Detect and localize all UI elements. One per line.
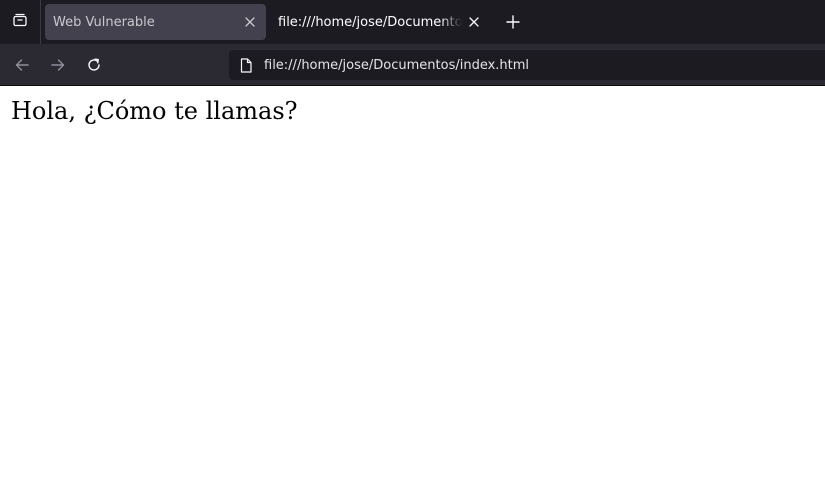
back-button[interactable] — [8, 51, 36, 79]
new-tab-button[interactable] — [500, 9, 526, 35]
close-icon — [469, 17, 479, 27]
tab-title: Web Vulnerable — [53, 14, 155, 30]
tab-web-vulnerable[interactable]: Web Vulnerable — [45, 4, 266, 40]
forward-arrow-icon — [51, 59, 65, 71]
plus-icon — [506, 15, 520, 29]
url-text[interactable]: file:///home/jose/Documentos/index.html — [264, 58, 529, 73]
page-content: Hola, ¿Cómo te llamas? — [0, 86, 825, 488]
tab-strip: Web Vulnerable file:///home/jose/Documen… — [0, 0, 825, 44]
forward-button[interactable] — [44, 51, 72, 79]
tab-title: file:///home/jose/Documentos/index.html — [278, 14, 462, 30]
browser-window: Web Vulnerable file:///home/jose/Documen… — [0, 0, 825, 488]
reload-button[interactable] — [80, 51, 108, 79]
tab-close-button[interactable] — [462, 10, 486, 34]
page-heading: Hola, ¿Cómo te llamas? — [11, 97, 298, 125]
tab-list-button[interactable] — [0, 0, 40, 44]
close-icon — [245, 17, 255, 27]
tab-close-button[interactable] — [238, 10, 262, 34]
back-arrow-icon — [15, 59, 29, 71]
reload-icon — [88, 58, 100, 71]
tab-list-icon — [12, 12, 28, 32]
tab-index-file[interactable]: file:///home/jose/Documentos/index.html — [270, 4, 490, 40]
page-icon — [238, 57, 254, 73]
tab-separator — [40, 0, 41, 44]
navigation-bar: file:///home/jose/Documentos/index.html — [0, 44, 825, 85]
url-bar[interactable]: file:///home/jose/Documentos/index.html — [229, 50, 825, 80]
